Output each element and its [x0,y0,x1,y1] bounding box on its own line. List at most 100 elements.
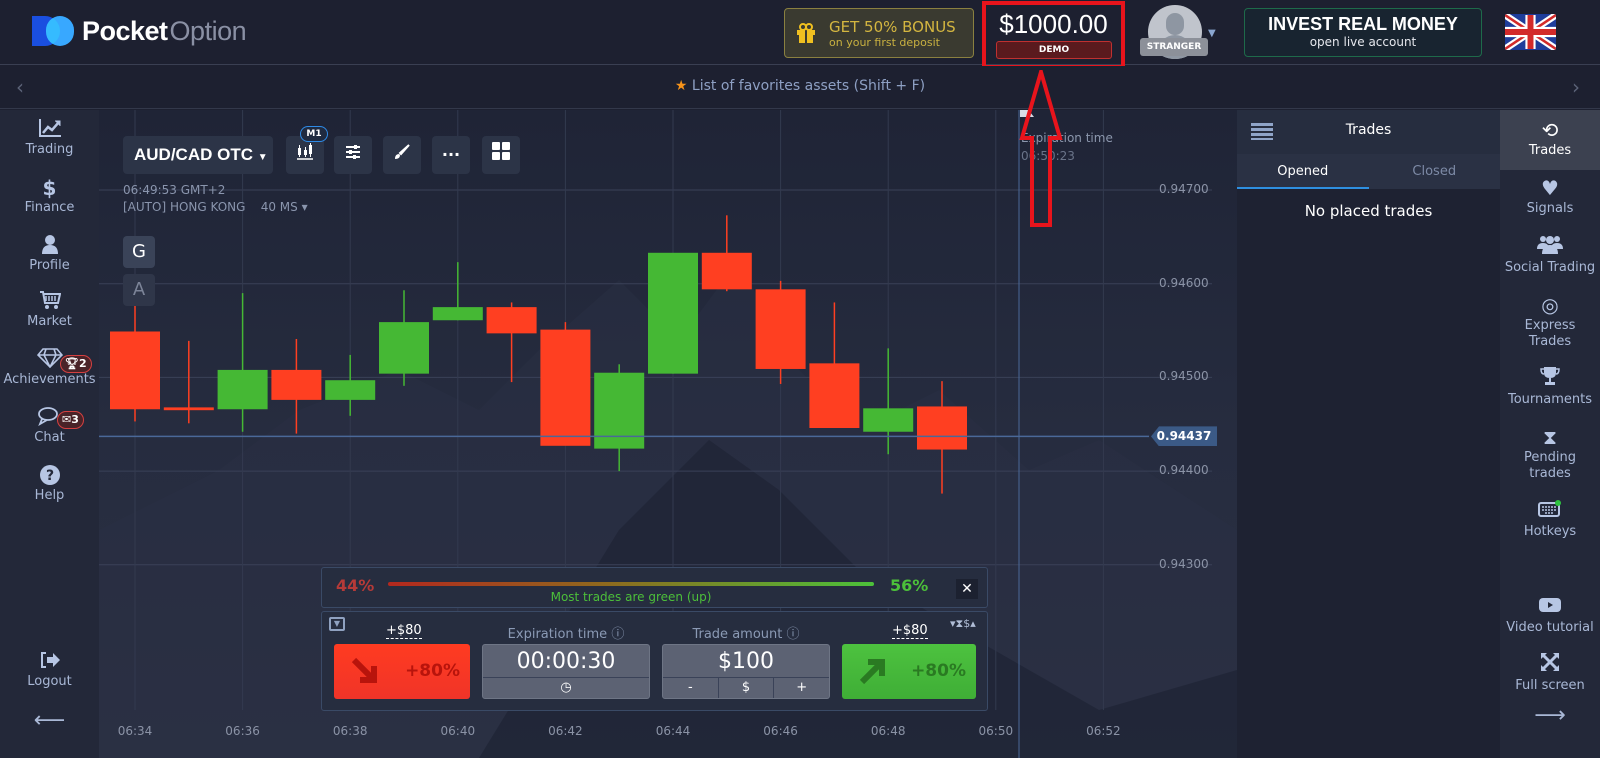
server-time: 06:49:53 GMT+2 [123,183,226,197]
invest-real-money-button[interactable]: INVEST REAL MONEY open live account [1244,8,1482,57]
sidebar-item-social-trading[interactable]: Social Trading [1500,234,1600,276]
trades-panel-title: Trades [1345,122,1392,138]
users-icon [1500,234,1600,260]
expand-right-arrow-icon[interactable]: ⟶ [1500,705,1600,727]
increase-amount-button[interactable]: + [774,678,829,698]
tab-closed[interactable]: Closed [1369,154,1501,189]
candle-up [217,369,268,410]
time-tick-label: 06:48 [870,724,906,738]
trophy-icon [1500,366,1600,392]
demo-badge[interactable]: DEMO [996,41,1112,59]
collapse-panel-button[interactable]: ▼ [329,617,345,631]
a-button[interactable]: A [123,274,155,306]
call-percent: +80% [911,661,966,681]
currency-toggle-button[interactable]: $ [719,678,775,698]
heartbeat-icon: ♥ [1541,176,1559,200]
candle-down [486,307,537,334]
layout-button[interactable] [482,136,520,174]
candle-down [163,407,214,411]
sidebar-item-hotkeys[interactable]: Hotkeys [1500,498,1600,540]
g-button[interactable]: G [123,236,155,268]
sidebar-item-video-tutorial[interactable]: Video tutorial [1500,594,1600,636]
time-tick-label: 06:50 [978,724,1014,738]
help-icon[interactable]: ⓘ [611,627,624,642]
sidebar-item-profile[interactable]: Profile [0,234,99,273]
bonus-button[interactable]: GET 50% BONUS on your first deposit [784,8,974,58]
user-icon [0,234,99,258]
invest-subtitle: open live account [1309,35,1417,49]
logo-icon [32,14,74,48]
candle-up [648,252,698,374]
uk-flag-icon[interactable] [1505,14,1556,50]
asset-name: AUD/CAD OTC [134,145,253,164]
price-tick-label: 0.94700 [1159,182,1209,196]
tab-opened[interactable]: Opened [1237,154,1369,189]
balance-widget[interactable]: $1000.00 DEMO [982,1,1125,69]
fullscreen-icon [1500,652,1600,678]
logo-word-2: Option [169,15,247,46]
sidebar-label: Market [27,314,72,329]
buy-up-button[interactable]: +80% [842,644,976,699]
sidebar-label: Help [34,488,65,503]
more-options-button[interactable]: ··· [432,136,470,174]
sidebar-label: Profile [29,258,70,273]
timeframe-badge[interactable]: M1 [300,126,328,142]
sidebar-item-signals[interactable]: ♥ Signals [1500,175,1600,217]
price-tick-label: 0.94500 [1159,369,1209,384]
candle-down [755,289,806,369]
sidebar-item-trades[interactable]: ⟲ Trades [1500,110,1600,170]
indicators-button[interactable] [334,136,372,174]
expiration-time-field[interactable]: 00:00:30 ◷ [482,644,650,699]
sidebar-item-express-trades[interactable]: ◎ Express Trades [1500,292,1600,350]
sidebar-item-trading[interactable]: Trading [0,118,99,157]
collapse-left-arrow-icon[interactable]: ⟵ [0,708,99,733]
candle-down [540,329,591,446]
sidebar-item-finance[interactable]: $ Finance [0,176,99,215]
sidebar-item-chat[interactable]: Chat [0,406,99,445]
candle-down [271,369,322,400]
chart-area[interactable]: AUD/CAD OTC ▼ M1 ··· 06:49:53 GMT+2 [AUT… [99,110,1237,758]
help-icon[interactable]: ⓘ [787,627,800,642]
asset-selector[interactable]: AUD/CAD OTC ▼ [123,136,273,174]
sidebar-item-pending-trades[interactable]: ⧗ Pending trades [1500,424,1600,482]
trade-amount-label: Trade amount ⓘ [692,627,800,642]
sidebar-item-help[interactable]: ? Help [0,464,99,503]
annotation-arrow-icon [1019,70,1063,227]
clock-icon[interactable]: ◷ [483,678,649,698]
trade-amount-value[interactable]: $100 [663,645,829,678]
trade-amount-field[interactable]: $100 - $ + [662,644,830,699]
put-payout: +$80 [386,623,422,639]
logout-label: Logout [27,674,72,689]
chevron-right-icon[interactable]: › [1572,75,1580,99]
star-icon: ★ [674,78,688,94]
trade-mode-toggle[interactable]: ▾⧗$▴ [950,617,976,631]
decrease-amount-button[interactable]: - [663,678,719,698]
sidebar-item-tournaments[interactable]: Tournaments [1500,366,1600,408]
logo[interactable]: PocketOption [32,14,247,48]
chevron-down-icon[interactable]: ▼ [1208,28,1216,39]
mail-icon: ✉ [62,413,72,426]
expiration-time-value[interactable]: 00:00:30 [483,645,649,678]
account-balance: $1000.00 [999,9,1108,39]
drawing-tools-button[interactable] [383,136,421,174]
server-location: [AUTO] HONG KONG [123,200,246,214]
favorites-hint[interactable]: ★ List of favorites assets (Shift + F) [0,78,1600,94]
candle-up [863,408,914,432]
right-sidebar: ⟲ Trades ♥ Signals Social Trading ◎ Expr… [1500,110,1600,758]
sidebar-item-full-screen[interactable]: Full screen [1500,652,1600,694]
sidebar-item-market[interactable]: Market [0,290,99,329]
arrow-up-right-icon [859,659,885,685]
candle-down [701,252,752,290]
close-icon[interactable]: ✕ [956,579,978,599]
ping-selector[interactable]: 40 MS ▾ [261,200,308,214]
bonus-subtitle: on your first deposit [829,35,940,49]
time-tick-label: 06:40 [440,724,476,738]
sell-down-button[interactable]: +80% [334,644,470,699]
logout-button[interactable]: Logout [0,650,99,689]
favorites-bar: ‹ ★ List of favorites assets (Shift + F)… [0,66,1600,109]
price-tick-label: 0.94400 [1159,463,1209,478]
sidebar-label: Finance [24,200,75,215]
invest-title: INVEST REAL MONEY [1268,14,1458,34]
gift-icon [795,22,817,44]
time-tick-label: 06:52 [1086,724,1121,738]
